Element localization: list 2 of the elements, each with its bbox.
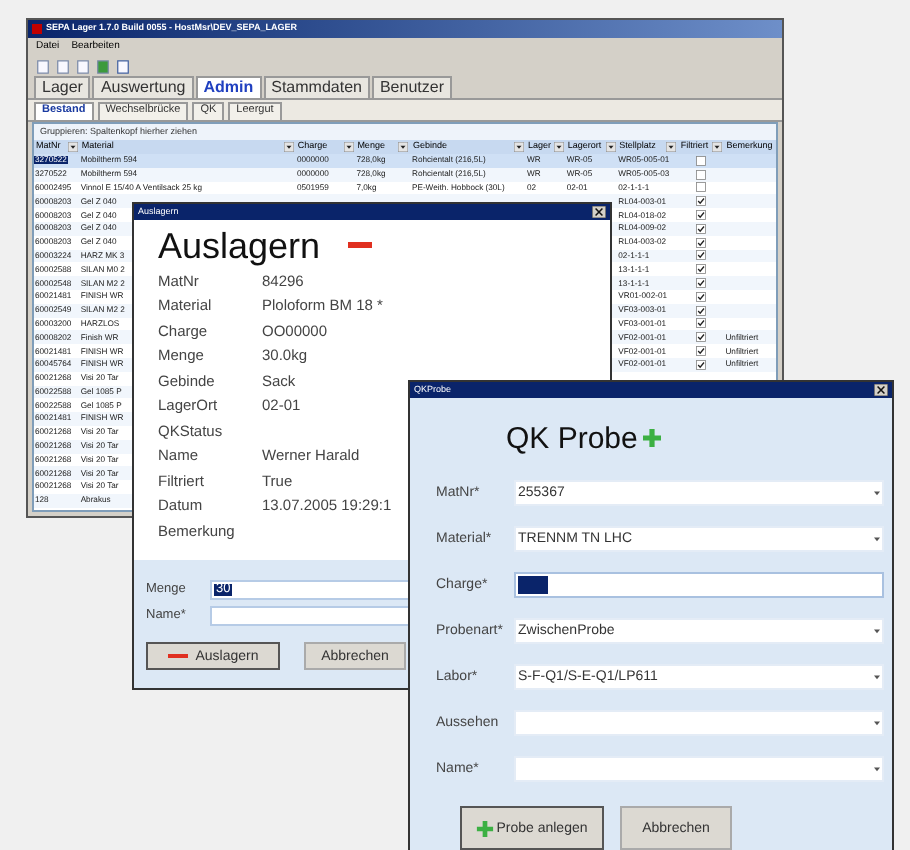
- dialog-heading: QK Probe: [506, 423, 638, 453]
- dialog-heading: Auslagern: [158, 227, 321, 263]
